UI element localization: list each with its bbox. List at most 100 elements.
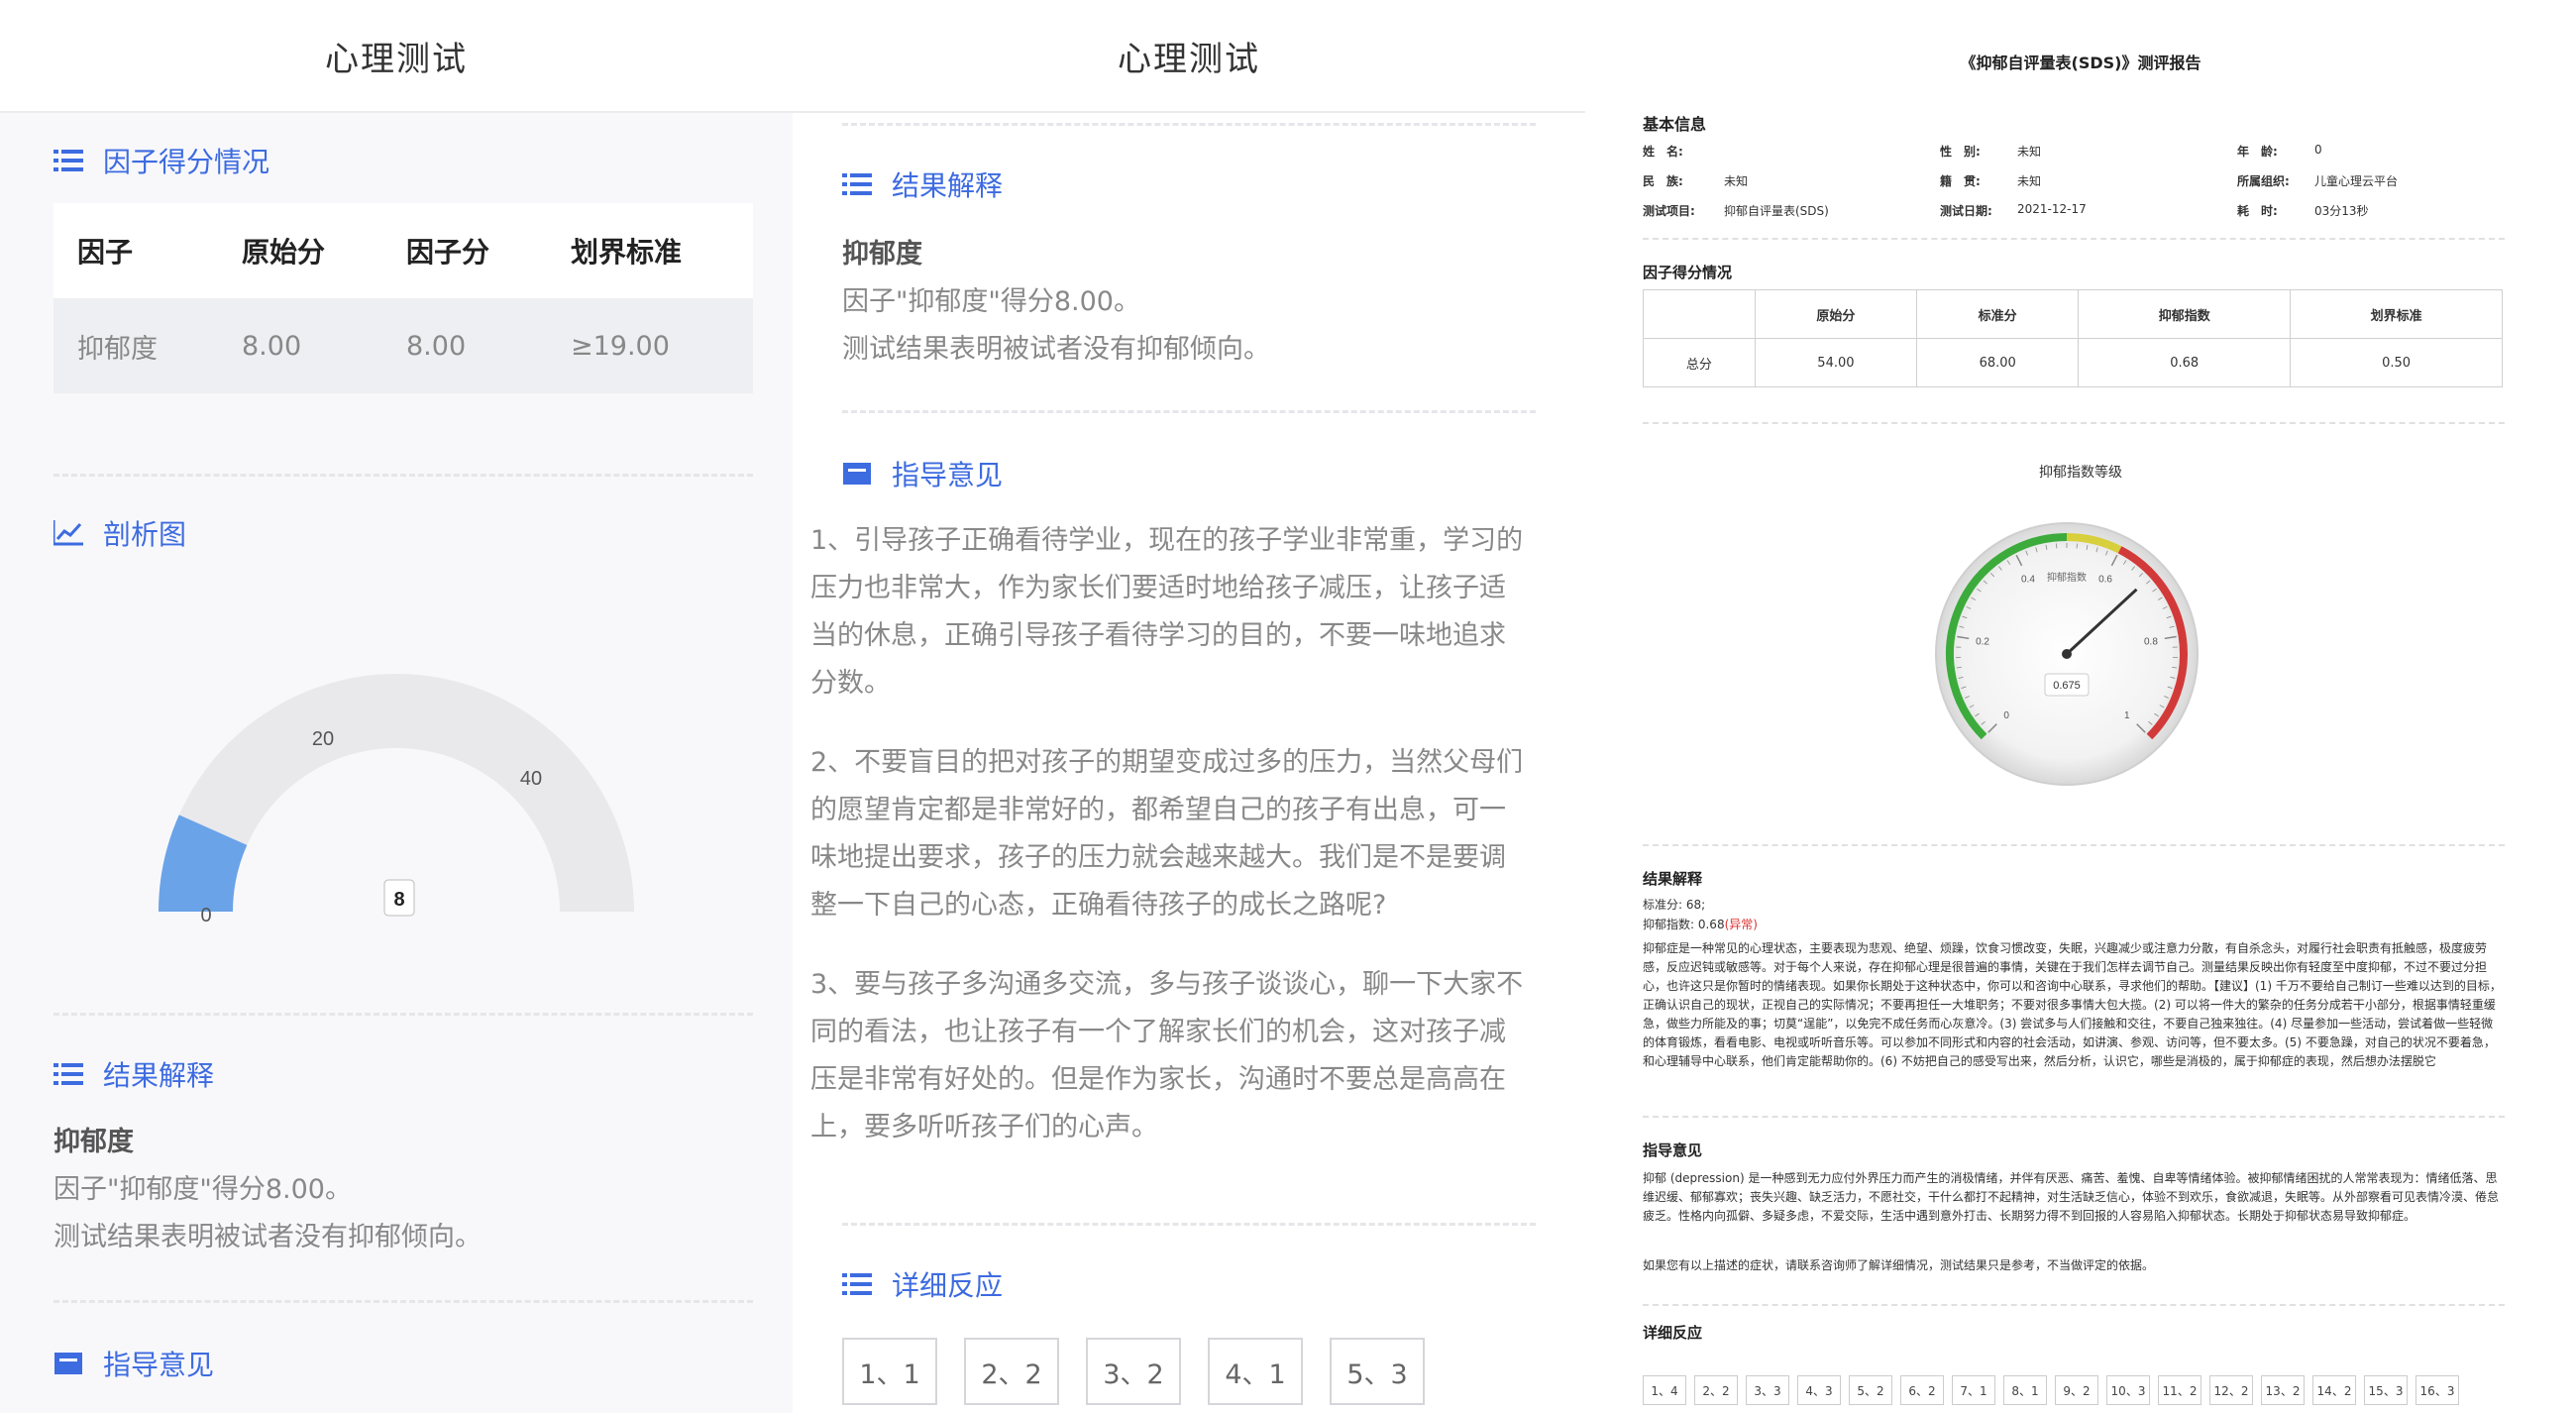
answer-chip[interactable]: 4、1 xyxy=(1208,1338,1303,1405)
answer-chip: 11、2 xyxy=(2158,1375,2201,1405)
result-section-title: 结果解释 xyxy=(54,1054,214,1094)
info-label: 姓 名: xyxy=(1643,145,1683,159)
info-value: 儿童心理云平台 xyxy=(2314,174,2399,188)
advice-line: 味地提出要求，孩子的压力就会越来越大。我们是不是要调 xyxy=(810,842,1506,873)
table-cell: 54.00 xyxy=(1754,338,1918,387)
divider xyxy=(54,474,753,477)
section-label: 结果解释 xyxy=(103,1059,215,1092)
divider xyxy=(1643,1304,2505,1306)
advice-line: 压力也非常大，作为家长们要适时地给孩子减压，让孩子适 xyxy=(810,573,1506,603)
answer-chip: 6、2 xyxy=(1900,1375,1944,1405)
advice-line: 同的看法，也让孩子有一个了解家长们的机会，这对孩子减 xyxy=(810,1017,1506,1047)
mobile-result-panel-1: 心理测试 因子得分情况 因子 原始分 因子分 划界标准 抑郁度 8.00 8.0… xyxy=(0,0,793,1413)
advice-section-title: 指导意见 xyxy=(54,1344,214,1383)
factor-title: 因子得分情况 xyxy=(1643,264,1733,281)
abnormal-flag: (异常) xyxy=(1724,918,1758,931)
answer-chip: 16、3 xyxy=(2415,1375,2459,1405)
info-label: 籍 贯: xyxy=(1940,174,1981,188)
divider xyxy=(1643,238,2505,240)
section-label: 指导意见 xyxy=(103,1349,215,1381)
advice-line: 分数。 xyxy=(810,668,891,699)
result-line: 测试结果表明被试者没有抑郁倾向。 xyxy=(54,1222,482,1252)
result-line: 因子"抑郁度"得分8.00。 xyxy=(842,286,1140,317)
result-line: 测试结果表明被试者没有抑郁倾向。 xyxy=(842,334,1270,365)
gauge-value-label: 8 xyxy=(393,889,404,911)
gauge-readout: 0.675 xyxy=(2053,680,2081,692)
result-line: 因子"抑郁度"得分8.00。 xyxy=(54,1174,352,1205)
answer-chip: 15、3 xyxy=(2364,1375,2408,1405)
advice-title: 指导意见 xyxy=(1643,1141,1703,1159)
answer-chip: 8、1 xyxy=(2003,1375,2047,1405)
header-cell: 抑郁指数 xyxy=(2078,289,2292,339)
answer-chip[interactable]: 5、3 xyxy=(1330,1338,1425,1405)
info-label: 性 别: xyxy=(1940,145,1981,159)
info-label: 测试日期: xyxy=(1940,204,1992,218)
info-label: 民 族: xyxy=(1643,174,1683,188)
info-label: 测试项目: xyxy=(1643,204,1695,218)
info-value: 2021-12-17 xyxy=(2017,202,2087,216)
list-icon xyxy=(842,1271,872,1297)
answer-chip: 1、4 xyxy=(1643,1375,1686,1405)
gauge-tick-label: 0.2 xyxy=(1976,637,1989,648)
info-label: 所属组织: xyxy=(2237,174,2290,188)
section-label: 因子得分情况 xyxy=(103,146,270,178)
table-cell: 抑郁度 xyxy=(77,333,158,365)
advice-line: 压是非常有好处的。但是作为家长，沟通时不要总是高高在 xyxy=(810,1064,1506,1095)
advice-line: 整一下自己的心态，正确看待孩子的成长之路呢? xyxy=(810,890,1387,921)
divider xyxy=(1643,422,2505,424)
header-cell: 划界标准 xyxy=(571,236,683,269)
advice-text: 1、引导孩子正确看待学业，现在的孩子学业非常重，学习的 压力也非常大，作为家长们… xyxy=(810,517,1523,1151)
gauge-tick-label: 1 xyxy=(2124,710,2130,721)
gauge-tick-label: 0.6 xyxy=(2098,574,2112,585)
table-cell: 0.68 xyxy=(2078,338,2292,387)
gauge-tick-label: 0 xyxy=(2003,710,2009,721)
divider xyxy=(1643,844,2505,846)
factor-table: 因子 原始分 因子分 划界标准 抑郁度 8.00 8.00 ≥19.00 xyxy=(54,203,753,393)
advice-line: 当的休息，正确引导孩子看待学习的目的，不要一味地追求 xyxy=(810,620,1506,651)
table-header-row: 原始分 标准分 抑郁指数 划界标准 xyxy=(1643,289,2503,339)
table-row: 总分 54.00 68.00 0.68 0.50 xyxy=(1643,338,2503,387)
section-label: 详细反应 xyxy=(892,1269,1004,1302)
divider xyxy=(54,1013,753,1016)
basic-info-title: 基本信息 xyxy=(1643,115,1707,134)
answer-chip: 3、3 xyxy=(1746,1375,1789,1405)
table-cell: 68.00 xyxy=(1916,338,2080,387)
info-label: 年 龄: xyxy=(2237,145,2278,159)
answer-chip: 4、3 xyxy=(1797,1375,1841,1405)
advice-line: 2、不要盲目的把对孩子的期望变成过多的压力，当然父母们 xyxy=(810,747,1524,778)
divider xyxy=(842,410,1536,413)
answer-chip[interactable]: 3、2 xyxy=(1086,1338,1181,1405)
info-value: 抑郁自评量表(SDS) xyxy=(1724,204,1829,218)
info-value: 03分13秒 xyxy=(2314,204,2369,218)
table-cell: 总分 xyxy=(1643,338,1756,387)
mobile-result-panel-2: 心理测试 结果解释 抑郁度 因子"抑郁度"得分8.00。 测试结果表明被试者没有… xyxy=(793,0,1585,1413)
gauge-tick-label: 0.8 xyxy=(2144,637,2158,648)
divider xyxy=(842,1223,1536,1226)
answer-chip: 2、2 xyxy=(1694,1375,1738,1405)
std-score: 标准分: 68; xyxy=(1643,898,1706,912)
result-section-title: 结果解释 xyxy=(842,164,1003,204)
answer-chip: 7、1 xyxy=(1952,1375,1995,1405)
gauge-title: 抑郁指数等级 xyxy=(2039,465,2122,481)
divider xyxy=(54,1300,753,1303)
page-title: 心理测试 xyxy=(793,0,1585,113)
advice-paragraph: 抑郁 (depression) 是一种感到无力应付外界压力而产生的消极情绪，并伴… xyxy=(1643,1171,2500,1223)
answer-chip[interactable]: 2、2 xyxy=(964,1338,1059,1405)
detail-section-title: 详细反应 xyxy=(842,1264,1003,1304)
line-chart-icon xyxy=(52,520,83,546)
gauge-tick-label: 0.4 xyxy=(2021,574,2035,585)
info-value: 0 xyxy=(2314,143,2322,157)
answer-chip: 13、2 xyxy=(2261,1375,2305,1405)
gauge-hub xyxy=(2062,649,2072,659)
header-cell: 标准分 xyxy=(1916,289,2080,339)
gauge-inner-label: 抑郁指数 xyxy=(2047,571,2087,584)
result-paragraph: 抑郁症是一种常见的心理状态，主要表现为悲观、绝望、烦躁，饮食习惯改变，失眠，兴趣… xyxy=(1643,941,2502,1068)
answer-chip[interactable]: 1、1 xyxy=(842,1338,937,1405)
answer-list: 1、1 2、2 3、2 4、1 5、3 xyxy=(842,1338,1425,1405)
report-factor-table: 原始分 标准分 抑郁指数 划界标准 总分 54.00 68.00 0.68 0.… xyxy=(1643,289,2503,387)
advice-line: 1、引导孩子正确看待学业，现在的孩子学业非常重，学习的 xyxy=(810,525,1524,556)
section-label: 结果解释 xyxy=(892,169,1004,202)
advice-line: 的愿望肯定都是非常好的，都希望自己的孩子有出息，可一 xyxy=(810,795,1506,825)
header-cell: 原始分 xyxy=(1754,289,1918,339)
header-cell: 因子分 xyxy=(406,236,490,269)
